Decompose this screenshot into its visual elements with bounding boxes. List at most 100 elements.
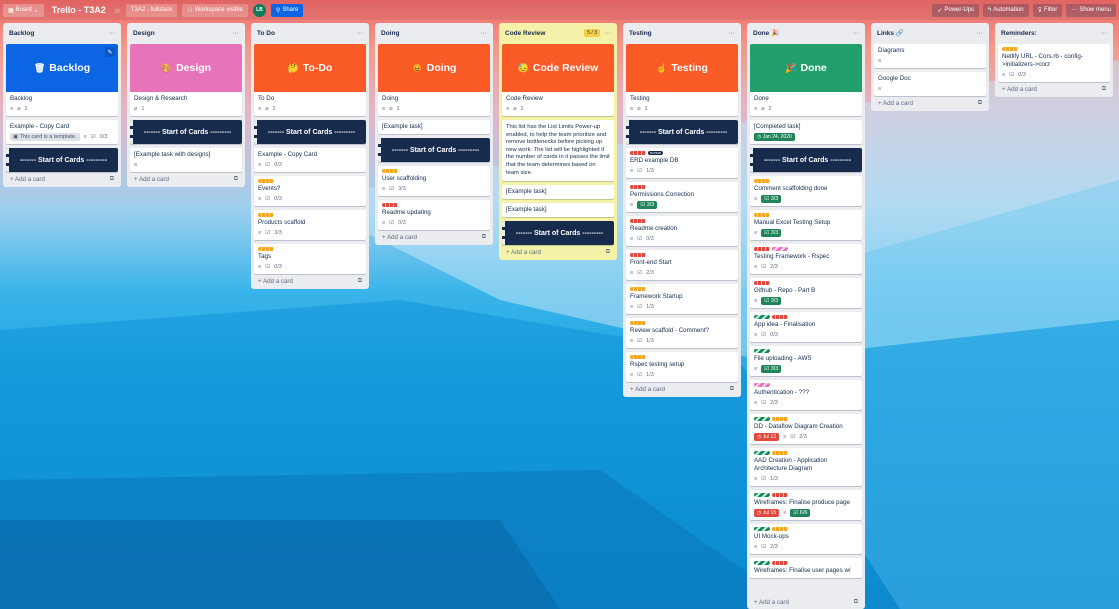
cover-card[interactable]: 🗑 Backlog ✎ Backlog ≡ ⌀ 1 [6,44,118,116]
list-item[interactable]: Netlify URL - Cors.rb - config->initiali… [998,44,1110,82]
list-item[interactable]: AAD Creation - Application Architecture … [750,448,862,486]
list-item[interactable]: Example - Copy Card ▣ This card is a tem… [6,120,118,144]
list-menu-icon[interactable]: ··· [356,30,363,37]
add-card-button[interactable]: + Add a card ⧉ [378,230,490,242]
separator-card[interactable]: ------- Start of Cards --------- [626,120,738,144]
list-item[interactable]: Example - Copy Card ≡ ☑ 0/3 [254,148,366,172]
cover-card[interactable]: ☝ Testing Testing ≡ ⌀ 1 [626,44,738,116]
list-item[interactable]: Google Doc ≡ [874,72,986,96]
avatar[interactable]: LB [252,3,266,17]
list-item[interactable]: [Example task] [502,203,614,218]
list-item[interactable]: Diagrams ≡ [874,44,986,68]
list-item[interactable]: File uploading - AWS ≡ ☑ 3/3 [750,346,862,376]
list-title[interactable]: Backlog [9,30,34,37]
list-item[interactable]: Github - Repo - Part B ≡ ☑ 3/3 [750,278,862,308]
powerups-button[interactable]: ➶ Power-Ups [932,3,980,17]
list-title[interactable]: Reminders: [1001,30,1037,37]
list-header[interactable]: Code Review 5 / 3 ··· [502,26,614,40]
list-item[interactable]: Wireframes: Finalise user pages w/ [750,558,862,578]
template-icon[interactable]: ⧉ [978,100,982,107]
list-item[interactable]: This list has the List Limits Power-up e… [502,120,614,182]
list-item[interactable]: Review scaffold - Comment? ≡ ☑ 1/3 [626,318,738,348]
list-item[interactable]: Comment scaffolding done ≡ ☑ 3/3 [750,176,862,206]
list-item[interactable]: Wireframes: Finalise produce page ◷ Jul … [750,490,862,520]
list-item[interactable]: DD - Dataflow Diagram Creation ◷ Jul 12 ≡… [750,414,862,444]
list-header[interactable]: Backlog ··· [6,26,118,40]
star-icon[interactable]: ☆ [114,6,121,15]
template-icon[interactable]: ⧉ [110,176,114,183]
list-menu-icon[interactable]: ··· [480,30,487,37]
cover-card[interactable]: 😡 Doing Doing ≡ ⌀ 1 [378,44,490,116]
separator-card[interactable]: ------- Start of Cards --------- [378,138,490,162]
list-item[interactable]: [Example task with designs] ≡ [130,148,242,172]
list-header[interactable]: Links 🔗 ··· [874,26,986,40]
list-item[interactable]: Front-end Start ≡ ☑ 2/3 [626,250,738,280]
list-title[interactable]: Done 🎉 [753,29,779,37]
separator-card[interactable]: ------- Start of Cards --------- [254,120,366,144]
separator-card[interactable]: ------- Start of Cards --------- [130,120,242,144]
filter-button[interactable]: ⊽ Filter [1032,3,1063,17]
list-item[interactable]: Testing Framework - Rspec ≡ ☑ 2/3 [750,244,862,274]
separator-card[interactable]: ------- Start of Cards --------- [502,221,614,246]
list-title[interactable]: To Do [257,30,275,37]
separator-card[interactable]: ------- Start of Cards --------- [6,148,118,172]
show-menu-button[interactable]: ··· Show menu [1066,3,1116,17]
separator-card[interactable]: ------- Start of Cards --------- [750,148,862,172]
list-menu-icon[interactable]: ··· [852,30,859,37]
template-icon[interactable]: ⧉ [606,249,610,256]
list-menu-icon[interactable]: ··· [108,30,115,37]
list-header[interactable]: Design ··· [130,26,242,40]
template-icon[interactable]: ⧉ [1102,86,1106,93]
template-icon[interactable]: ⧉ [730,386,734,393]
list-menu-icon[interactable]: ··· [604,30,611,37]
list-item[interactable]: Manual Excel Testing Setup ≡ ☑ 3/3 [750,210,862,240]
cover-card[interactable]: 😓 Code Review Code Review ≡ ⌀ 1 [502,44,614,116]
list-title[interactable]: Design [133,30,155,37]
list-item[interactable]: UI Mock-ups ≡ ☑ 2/3 [750,524,862,554]
template-icon[interactable]: ⧉ [854,599,858,606]
automation-button[interactable]: ϟ Automation [983,3,1029,17]
add-card-button[interactable]: + Add a card ⧉ [750,595,862,607]
add-card-button[interactable]: + Add a card ⧉ [998,82,1110,94]
list-item[interactable]: nunun ERD example DB ≡ ☑ 1/3 [626,148,738,178]
list-item[interactable]: [Example task] [502,185,614,200]
list-header[interactable]: Doing ··· [378,26,490,40]
share-button[interactable]: ⚲ Share [270,3,304,17]
list-menu-icon[interactable]: ··· [232,30,239,37]
list-menu-icon[interactable]: ··· [976,30,983,37]
cover-card[interactable]: 🤔 To-Do To Do ≡ ⌀ 1 [254,44,366,116]
list-item[interactable]: [Example task] [378,120,490,134]
team-button[interactable]: T3A2 - fullstack [125,3,178,17]
list-header[interactable]: Reminders: ··· [998,26,1110,40]
list-header[interactable]: To Do ··· [254,26,366,40]
list-header[interactable]: Testing ··· [626,26,738,40]
list-item[interactable]: Events? ≡ ☑ 0/3 [254,176,366,206]
list-item[interactable]: Permissions Correction ≡ ☑ 3/3 [626,182,738,212]
list-title[interactable]: Links 🔗 [877,29,904,37]
add-card-button[interactable]: + Add a card ⧉ [130,172,242,184]
list-title[interactable]: Code Review [505,30,545,37]
list-title[interactable]: Doing [381,30,399,37]
add-card-button[interactable]: + Add a card ⧉ [502,245,614,257]
edit-pencil-icon[interactable]: ✎ [105,47,115,57]
list-header[interactable]: Done 🎉 ··· [750,26,862,40]
add-card-button[interactable]: + Add a card ⧉ [254,274,366,286]
add-card-button[interactable]: + Add a card ⧉ [874,96,986,108]
add-card-button[interactable]: + Add a card ⧉ [6,172,118,184]
board-view-button[interactable]: ▦ Board ⌄ [3,3,44,17]
list-item[interactable]: Products scaffold ≡ ☑ 3/3 [254,210,366,240]
list-item[interactable]: Authentication - ??? ≡ ☑ 2/3 [750,380,862,410]
add-card-button[interactable]: + Add a card ⧉ [626,382,738,394]
list-item[interactable]: App idea - Finalisation ≡ ☑ 0/3 [750,312,862,342]
list-item[interactable]: User scaffolding ≡ ☑ 3/3 [378,166,490,196]
list-item[interactable]: Readme updating ≡ ☑ 0/3 [378,200,490,230]
list-title[interactable]: Testing [629,30,652,37]
template-icon[interactable]: ⧉ [482,234,486,241]
board-title[interactable]: Trello - T3A2 [49,5,109,15]
list-item[interactable]: Rspec testing setup ≡ ☑ 1/3 [626,352,738,382]
list-item[interactable]: Framework Startup ≡ ☑ 1/3 [626,284,738,314]
template-icon[interactable]: ⧉ [234,176,238,183]
cover-card[interactable]: 🎨 Design Design & Research ⌀ 1 [130,44,242,116]
list-item[interactable]: Tags ≡ ☑ 0/3 [254,244,366,274]
visibility-button[interactable]: ⚇ Workspace visible [182,3,248,17]
